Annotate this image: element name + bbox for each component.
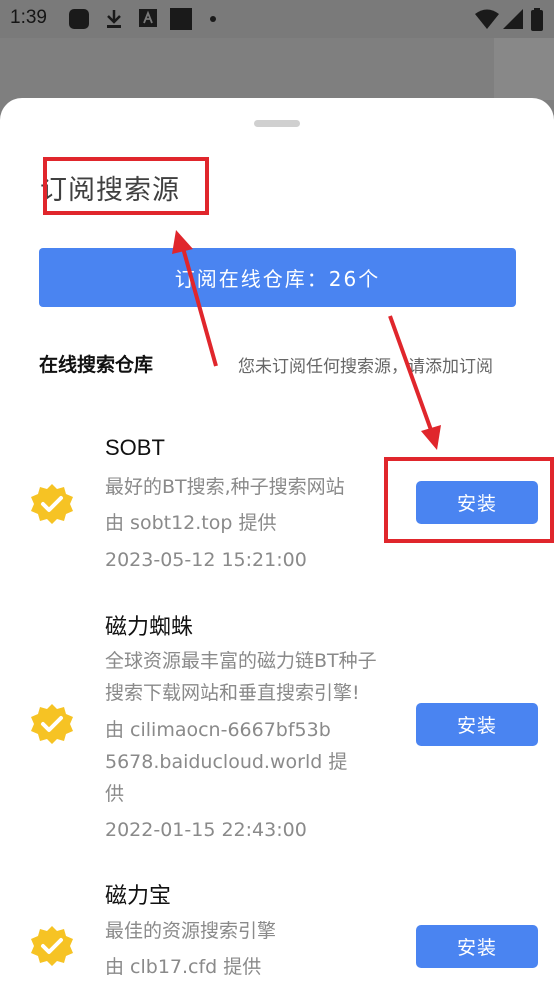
annotation-arrows [172,230,441,450]
